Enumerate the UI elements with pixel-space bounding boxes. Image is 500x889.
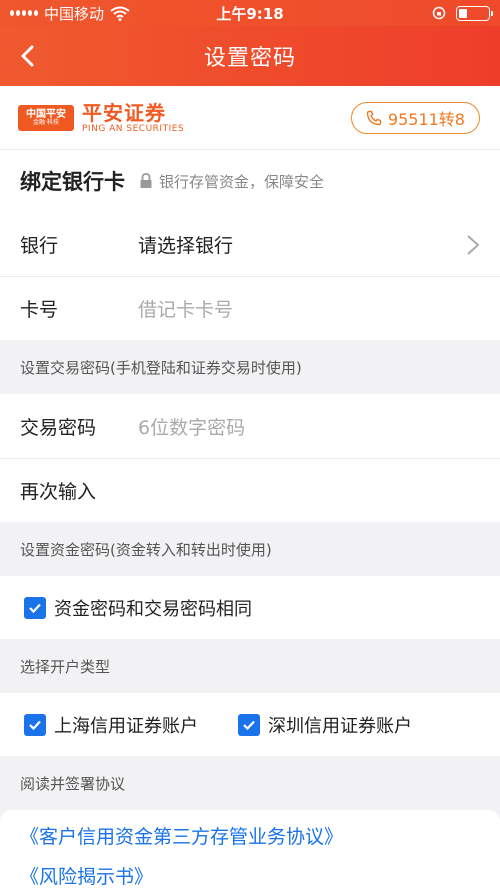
agreements-list: 《客户信用资金第三方存管业务协议》 《风险揭示书》	[0, 810, 500, 889]
rotation-lock-icon	[432, 6, 446, 20]
phone-icon	[366, 110, 382, 125]
card-number-row: 卡号 借记卡卡号	[0, 276, 500, 340]
same-password-label: 资金密码和交易密码相同	[54, 598, 252, 620]
brand-logo: 中国平安 金融·科技 平安证券 PING AN SECURITIES	[18, 102, 184, 134]
fund-password-group-label: 设置资金密码(资金转入和转出时使用)	[20, 540, 272, 559]
same-password-checkbox[interactable]: 资金密码和交易密码相同	[24, 595, 252, 621]
shanghai-account-label: 上海信用证券账户	[54, 715, 198, 737]
trade-password-input[interactable]: 6位数字密码	[138, 413, 245, 440]
hotline-button[interactable]: 95511转8	[350, 101, 480, 134]
checkbox-checked-icon[interactable]	[24, 596, 46, 619]
shenzhen-account-checkbox[interactable]: 深圳信用证券账户	[238, 712, 412, 738]
hotline-number: 95511转8	[387, 109, 465, 129]
brand-bar: 中国平安 金融·科技 平安证券 PING AN SECURITIES 95511…	[0, 86, 500, 150]
chevron-right-icon	[467, 235, 480, 255]
brand-name: 平安证券	[82, 100, 166, 125]
shanghai-account-checkbox[interactable]: 上海信用证券账户	[24, 712, 198, 738]
checkbox-checked-icon[interactable]	[238, 713, 260, 736]
bind-card-title: 绑定银行卡	[20, 170, 125, 194]
signal-icon	[10, 10, 38, 16]
nav-bar: 设置密码	[0, 26, 500, 86]
card-number-label: 卡号	[20, 298, 59, 321]
pingan-logo-icon: 中国平安 金融·科技	[18, 104, 74, 131]
status-bar: 中国移动 上午9:18	[0, 0, 500, 26]
status-right	[432, 5, 493, 21]
carrier-name: 中国移动	[44, 4, 105, 23]
checkbox-checked-icon[interactable]	[24, 713, 46, 736]
account-type-row: 上海信用证券账户 深圳信用证券账户	[0, 693, 500, 756]
card-number-input[interactable]: 借记卡卡号	[138, 295, 233, 322]
security-note: 银行存管资金，保障安全	[139, 171, 324, 192]
trade-password-label: 交易密码	[20, 416, 97, 439]
bind-card-header: 绑定银行卡 银行存管资金，保障安全	[0, 150, 500, 212]
lock-icon	[140, 173, 152, 188]
agreements-group-label: 阅读并签署协议	[20, 774, 126, 793]
custody-agreement-link[interactable]: 《客户信用资金第三方存管业务协议》	[0, 818, 500, 858]
trade-password-row: 交易密码 6位数字密码	[0, 394, 500, 458]
bank-label: 银行	[20, 234, 59, 257]
brand-name-en: PING AN SECURITIES	[82, 123, 185, 134]
account-type-group-label: 选择开户类型	[20, 657, 111, 676]
confirm-password-row: 再次输入	[0, 458, 500, 522]
wifi-icon	[110, 6, 130, 21]
shenzhen-account-label: 深圳信用证券账户	[268, 715, 412, 737]
back-icon[interactable]	[16, 44, 40, 68]
status-left: 中国移动	[10, 3, 130, 24]
risk-disclosure-link[interactable]: 《风险揭示书》	[0, 858, 500, 889]
fund-password-same-row: 资金密码和交易密码相同	[0, 576, 500, 639]
trade-password-group-label: 设置交易密码(手机登陆和证券交易时使用)	[20, 358, 302, 377]
bank-select-row[interactable]: 银行 请选择银行	[0, 212, 500, 276]
bank-select[interactable]: 请选择银行	[138, 231, 233, 258]
battery-icon	[456, 5, 493, 21]
confirm-password-label: 再次输入	[20, 480, 97, 503]
page-title: 设置密码	[203, 46, 296, 71]
